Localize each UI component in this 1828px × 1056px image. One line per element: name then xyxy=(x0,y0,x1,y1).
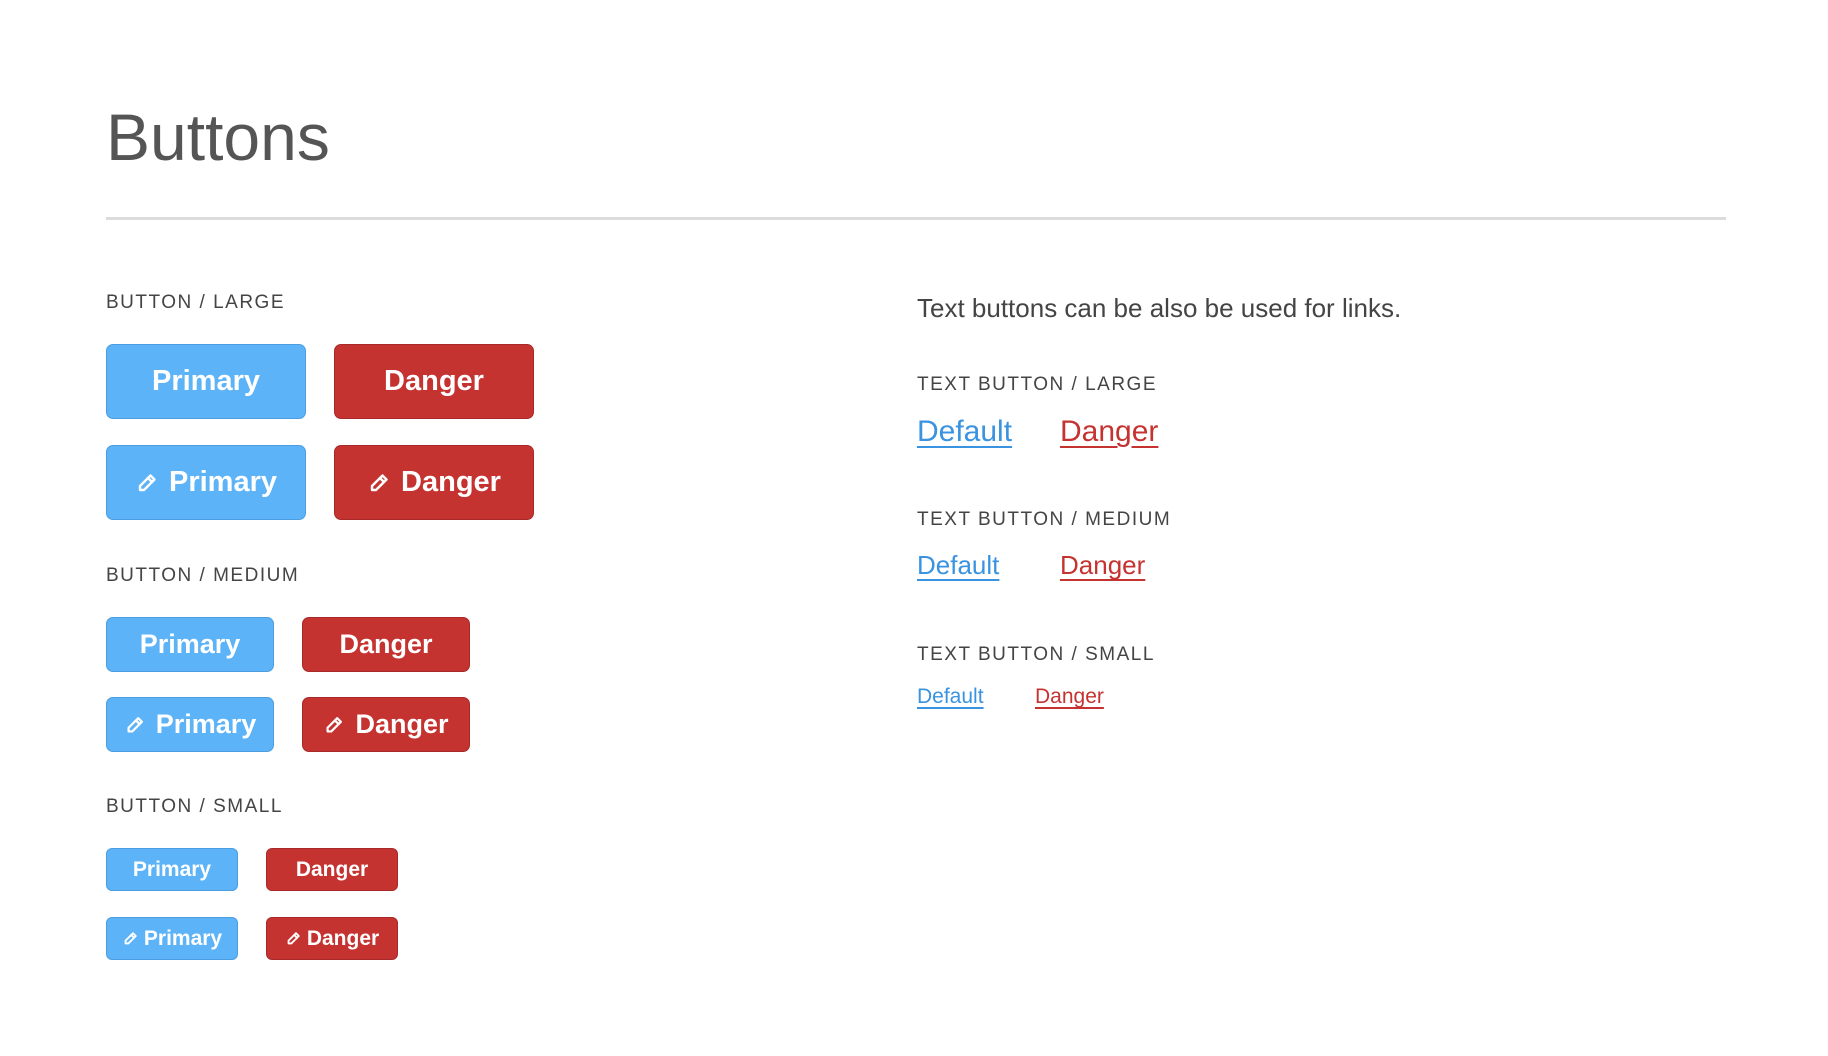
small-danger-button[interactable]: Danger xyxy=(266,848,398,891)
small-primary-icon-button[interactable]: Primary xyxy=(106,917,238,960)
large-primary-icon-button[interactable]: Primary xyxy=(106,445,306,520)
pencil-icon xyxy=(285,930,302,947)
button-label: Primary xyxy=(168,466,277,498)
large-danger-icon-button[interactable]: Danger xyxy=(334,445,534,520)
button-label: Primary xyxy=(151,365,260,397)
medium-primary-icon-button[interactable]: Primary xyxy=(106,697,274,752)
button-label: Danger xyxy=(306,926,380,950)
medium-danger-icon-button[interactable]: Danger xyxy=(302,697,470,752)
button-label: Primary xyxy=(139,629,241,659)
text-buttons-intro: Text buttons can be also be used for lin… xyxy=(917,293,1402,323)
button-label: Primary xyxy=(155,709,257,739)
section-label-button-large: BUTTON / LARGE xyxy=(106,292,286,313)
medium-primary-button[interactable]: Primary xyxy=(106,617,274,672)
button-label: Danger xyxy=(355,709,449,739)
large-danger-button[interactable]: Danger xyxy=(334,344,534,419)
text-button-small-danger[interactable]: Danger xyxy=(1035,686,1104,707)
section-label-text-button-medium: TEXT BUTTON / MEDIUM xyxy=(917,509,1172,530)
text-button-large-danger[interactable]: Danger xyxy=(1060,417,1158,447)
text-button-medium-default[interactable]: Default xyxy=(917,552,999,578)
medium-danger-button[interactable]: Danger xyxy=(302,617,470,672)
header-divider xyxy=(106,217,1726,220)
pencil-icon xyxy=(323,714,345,736)
button-label: Primary xyxy=(143,926,223,950)
section-label-text-button-large: TEXT BUTTON / LARGE xyxy=(917,374,1158,395)
button-label: Danger xyxy=(339,629,433,659)
button-label: Danger xyxy=(401,466,501,498)
pencil-icon xyxy=(122,930,139,947)
text-button-medium-danger[interactable]: Danger xyxy=(1060,552,1145,578)
page-title: Buttons xyxy=(106,100,330,174)
small-primary-button[interactable]: Primary xyxy=(106,848,238,891)
section-label-button-small: BUTTON / SMALL xyxy=(106,796,283,817)
button-label: Danger xyxy=(384,365,484,397)
button-label: Danger xyxy=(295,857,369,881)
text-button-small-default[interactable]: Default xyxy=(917,686,984,707)
pencil-icon xyxy=(367,471,391,495)
section-label-text-button-small: TEXT BUTTON / SMALL xyxy=(917,644,1155,665)
text-button-large-default[interactable]: Default xyxy=(917,417,1012,447)
pencil-icon xyxy=(124,714,146,736)
pencil-icon xyxy=(135,471,159,495)
small-danger-icon-button[interactable]: Danger xyxy=(266,917,398,960)
section-label-button-medium: BUTTON / MEDIUM xyxy=(106,565,300,586)
button-label: Primary xyxy=(132,857,212,881)
large-primary-button[interactable]: Primary xyxy=(106,344,306,419)
